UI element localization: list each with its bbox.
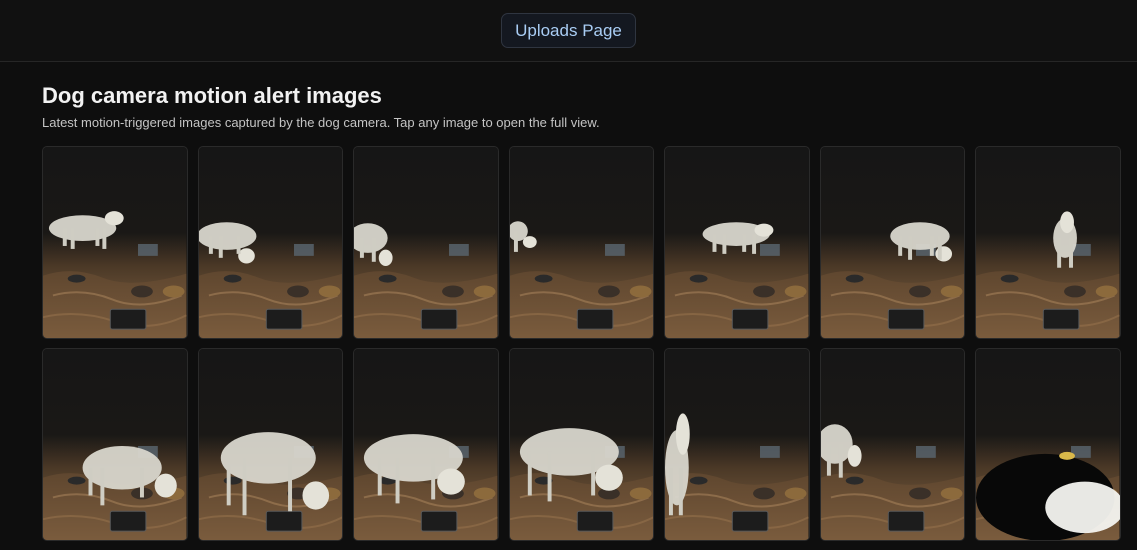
motion-image-thumbnail[interactable] — [664, 348, 810, 541]
motion-image-thumbnail[interactable] — [508, 146, 654, 339]
motion-image-thumbnail[interactable] — [975, 146, 1121, 339]
motion-image-thumbnail[interactable] — [197, 146, 343, 339]
camera-image — [976, 349, 1120, 540]
motion-image-thumbnail[interactable] — [975, 348, 1121, 541]
main-content: Dog camera motion alert images Latest mo… — [0, 62, 1137, 541]
camera-image — [509, 147, 653, 338]
camera-image — [43, 349, 187, 540]
motion-image-thumbnail[interactable] — [353, 348, 499, 541]
page-title: Dog camera motion alert images — [42, 83, 382, 108]
motion-image-thumbnail[interactable] — [508, 348, 654, 541]
camera-image — [198, 147, 342, 338]
camera-image — [820, 349, 964, 540]
camera-image — [665, 147, 809, 338]
camera-image — [354, 147, 498, 338]
camera-image — [354, 349, 498, 540]
motion-image-thumbnail[interactable] — [42, 146, 188, 339]
page-subtitle: Latest motion-triggered images captured … — [42, 115, 600, 130]
camera-image — [198, 349, 342, 540]
motion-image-thumbnail[interactable] — [819, 348, 965, 541]
motion-image-thumbnail[interactable] — [197, 348, 343, 541]
camera-image — [665, 349, 809, 540]
camera-image — [43, 147, 187, 338]
image-gallery — [42, 146, 1121, 541]
camera-image — [976, 147, 1120, 338]
motion-image-thumbnail[interactable] — [819, 146, 965, 339]
camera-image — [820, 147, 964, 338]
camera-image — [509, 349, 653, 540]
motion-image-thumbnail[interactable] — [42, 348, 188, 541]
uploads-page-button[interactable]: Uploads Page — [501, 13, 636, 48]
motion-image-thumbnail[interactable] — [353, 146, 499, 339]
motion-image-thumbnail[interactable] — [664, 146, 810, 339]
top-bar: Uploads Page — [0, 0, 1137, 62]
